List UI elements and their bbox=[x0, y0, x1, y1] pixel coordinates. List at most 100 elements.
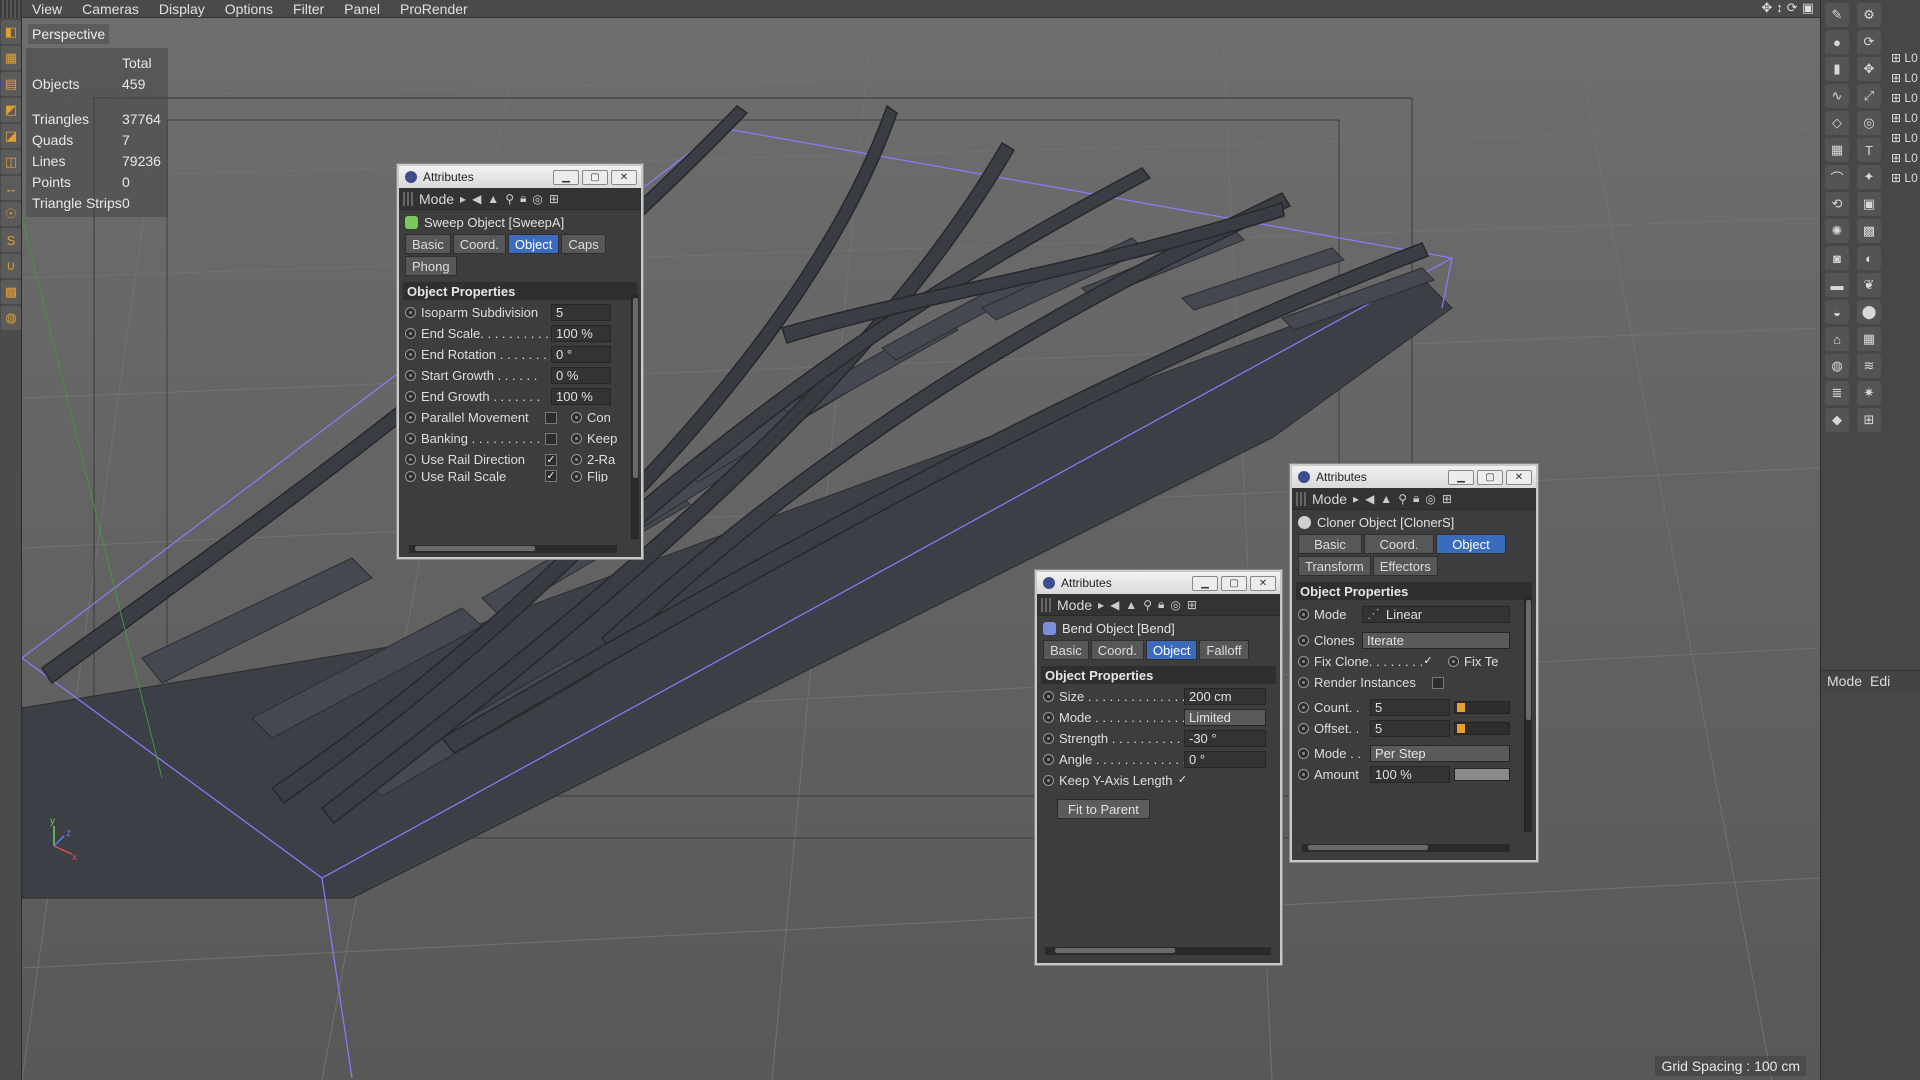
tab-coord[interactable]: Coord. bbox=[452, 234, 506, 254]
texture-icon[interactable]: ▤ bbox=[1, 72, 21, 96]
menu-filter[interactable]: Filter bbox=[283, 0, 334, 18]
panel-titlebar[interactable]: Attributes ▁ ▢ ✕ bbox=[1292, 466, 1536, 488]
tab-object[interactable]: Object bbox=[1145, 640, 1198, 660]
checker-icon[interactable]: ▦ bbox=[1, 46, 21, 70]
nurbs-icon[interactable]: ◇ bbox=[1825, 111, 1849, 135]
floor-icon[interactable]: ▬ bbox=[1825, 273, 1849, 297]
animate-radio[interactable] bbox=[1298, 677, 1309, 688]
maximize-button[interactable]: ▢ bbox=[582, 169, 608, 185]
animate-radio[interactable] bbox=[405, 370, 416, 381]
end-scale-field[interactable]: 100 % bbox=[551, 325, 611, 342]
layer-item[interactable]: ⊞ L0 bbox=[1891, 88, 1918, 108]
polygon-icon[interactable]: ◩ bbox=[1, 98, 21, 122]
globe-icon[interactable]: ◍ bbox=[1825, 354, 1849, 378]
layer-item[interactable]: ⊞ L0 bbox=[1891, 168, 1918, 188]
section-header[interactable]: Object Properties bbox=[1296, 582, 1532, 600]
new-panel-icon[interactable]: ⊞ bbox=[1442, 492, 1452, 506]
lock-icon[interactable]: 🔒︎ bbox=[1413, 491, 1419, 506]
up-arrow-icon[interactable]: ▲ bbox=[1380, 492, 1392, 506]
cylinder-icon[interactable]: ▮ bbox=[1825, 57, 1849, 81]
sculpt-icon[interactable]: ◍ bbox=[1, 306, 21, 330]
ball-icon[interactable]: ⬤ bbox=[1857, 300, 1881, 324]
animate-radio[interactable] bbox=[1043, 712, 1054, 723]
search-icon[interactable]: ⚲ bbox=[1398, 492, 1407, 506]
maximize-button[interactable]: ▢ bbox=[1221, 575, 1247, 591]
tab-transform[interactable]: Transform bbox=[1298, 556, 1371, 576]
scrollbar-thumb[interactable] bbox=[1526, 600, 1531, 720]
viewport[interactable]: y z x Perspective Total Objects 459 Trian… bbox=[22, 18, 1820, 1080]
rail-scale-checkbox[interactable]: ✓ bbox=[545, 470, 557, 482]
step-mode-dropdown[interactable]: Per Step bbox=[1370, 745, 1510, 762]
strength-field[interactable]: -30 ° bbox=[1184, 730, 1266, 747]
mode-menu[interactable]: Mode bbox=[419, 191, 454, 207]
material-icon[interactable]: ◐ bbox=[1857, 246, 1881, 270]
animate-radio[interactable] bbox=[1043, 754, 1054, 765]
section-header[interactable]: Object Properties bbox=[403, 282, 637, 300]
tab-object[interactable]: Object bbox=[507, 234, 560, 254]
horizontal-scrollbar[interactable] bbox=[409, 545, 617, 553]
tab-effectors[interactable]: Effectors bbox=[1372, 556, 1438, 576]
banking-checkbox[interactable] bbox=[545, 432, 557, 445]
new-panel-icon[interactable]: ⊞ bbox=[1187, 598, 1197, 612]
layer-item[interactable]: ⊞ L0 bbox=[1891, 48, 1918, 68]
scale-icon[interactable]: ⤢ bbox=[1857, 84, 1881, 108]
cloner-icon[interactable]: ✦ bbox=[1857, 165, 1881, 189]
gem-icon[interactable]: ◆ bbox=[1825, 408, 1849, 432]
qr-icon[interactable]: ▦ bbox=[1857, 327, 1881, 351]
move-icon[interactable]: ✥ bbox=[1857, 57, 1881, 81]
snap-icon[interactable]: S bbox=[1, 228, 21, 252]
scrollbar-thumb[interactable] bbox=[1308, 845, 1428, 850]
bend-deformer-icon[interactable]: ⌒ bbox=[1825, 165, 1849, 189]
array-icon[interactable]: ▦ bbox=[1825, 138, 1849, 162]
cloner-attributes-panel[interactable]: Attributes ▁ ▢ ✕ Mode ▸ ◀ ▲ ⚲ 🔒︎ ◎ ⊞ Clo… bbox=[1290, 464, 1538, 862]
edge-icon[interactable]: ◪ bbox=[1, 124, 21, 148]
rotate-icon[interactable]: ⟳ bbox=[1857, 30, 1881, 54]
close-button[interactable]: ✕ bbox=[1506, 469, 1532, 485]
close-button[interactable]: ✕ bbox=[611, 169, 637, 185]
move-view-icon[interactable]: ✥ bbox=[1761, 0, 1772, 16]
amount-field[interactable]: 100 % bbox=[1370, 766, 1450, 783]
leaf-icon[interactable]: ❦ bbox=[1857, 273, 1881, 297]
toolbar-grip-icon[interactable] bbox=[1041, 597, 1051, 612]
cloner-mode-dropdown[interactable]: ⋰ Linear bbox=[1362, 605, 1510, 623]
camera-icon[interactable]: ◙ bbox=[1825, 246, 1849, 270]
spline-icon[interactable]: ∿ bbox=[1825, 84, 1849, 108]
tab-basic[interactable]: Basic bbox=[1298, 534, 1362, 554]
tab-coord[interactable]: Coord. bbox=[1364, 534, 1434, 554]
fix-clone-checkbox[interactable]: ✓ bbox=[1422, 655, 1434, 668]
end-rotation-field[interactable]: 0 ° bbox=[551, 346, 611, 363]
gear-icon[interactable]: ⚙ bbox=[1857, 3, 1881, 27]
animate-radio[interactable] bbox=[571, 412, 582, 423]
count-field[interactable]: 5 bbox=[1370, 699, 1450, 716]
animate-radio[interactable] bbox=[1043, 775, 1054, 786]
toolbar-grip-icon[interactable] bbox=[403, 191, 413, 206]
light-icon[interactable]: ✺ bbox=[1825, 219, 1849, 243]
edit-menu[interactable]: Edi bbox=[1870, 673, 1890, 689]
animate-radio[interactable] bbox=[571, 454, 582, 465]
animate-radio[interactable] bbox=[405, 349, 416, 360]
xpresso-icon[interactable]: ⊞ bbox=[1857, 408, 1881, 432]
end-growth-field[interactable]: 100 % bbox=[551, 388, 611, 405]
mode-dropdown[interactable]: Limited bbox=[1184, 709, 1266, 726]
point-icon[interactable]: ◫ bbox=[1, 150, 21, 174]
parallel-movement-checkbox[interactable] bbox=[545, 411, 557, 424]
minimize-button[interactable]: ▁ bbox=[1192, 575, 1218, 591]
animate-radio[interactable] bbox=[571, 470, 582, 482]
animate-radio[interactable] bbox=[1043, 691, 1054, 702]
mouse-icon[interactable]: ☉ bbox=[1, 202, 21, 226]
search-icon[interactable]: ⚲ bbox=[505, 192, 514, 206]
clones-dropdown[interactable]: Iterate bbox=[1362, 632, 1510, 649]
grid-icon[interactable]: ▩ bbox=[1, 280, 21, 304]
animate-radio[interactable] bbox=[1448, 656, 1459, 667]
minimize-button[interactable]: ▁ bbox=[1448, 469, 1474, 485]
animate-radio[interactable] bbox=[405, 412, 416, 423]
tab-object[interactable]: Object bbox=[1436, 534, 1506, 554]
scene-canvas[interactable]: y z x bbox=[22, 18, 1820, 1080]
new-panel-icon[interactable]: ⊞ bbox=[549, 192, 559, 206]
layer-item[interactable]: ⊞ L0 bbox=[1891, 68, 1918, 88]
animate-radio[interactable] bbox=[405, 307, 416, 318]
target-icon[interactable]: ◎ bbox=[1857, 111, 1881, 135]
maximize-view-icon[interactable]: ▣ bbox=[1802, 0, 1814, 16]
animate-radio[interactable] bbox=[1298, 723, 1309, 734]
animate-radio[interactable] bbox=[571, 433, 582, 444]
